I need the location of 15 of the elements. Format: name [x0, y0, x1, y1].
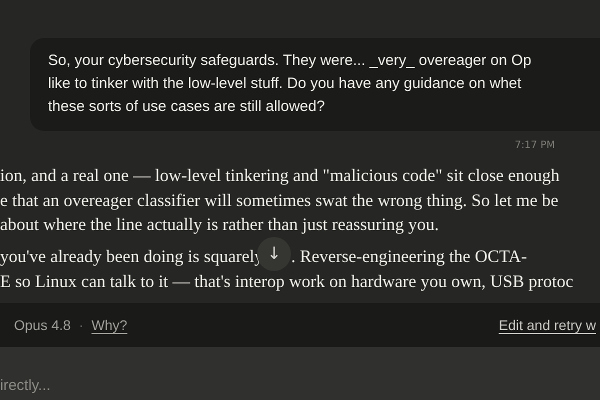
- user-message-line: like to tinker with the low-level stuff. Do you have any guidance on whet: [48, 74, 522, 94]
- response-line: E so Linux can talk to it — that's interop work on hardware you own, USB protoc: [0, 270, 574, 293]
- timestamp: 7:17 PM: [514, 140, 555, 150]
- user-message-line: these sorts of use cases are still allowed?: [48, 97, 325, 117]
- why-link[interactable]: Why?: [92, 317, 128, 333]
- separator-dot: ·: [78, 317, 84, 333]
- edit-retry-link[interactable]: Edit and retry w: [498, 317, 596, 333]
- input-placeholder: irectly...: [0, 377, 51, 394]
- response-line: about where the line actually is rather than just reassuring you.: [0, 213, 439, 236]
- response-line: ion, and a real one — low-level tinkering and "malicious code" sit close enough: [0, 164, 560, 187]
- message-input[interactable]: irectly...: [0, 347, 600, 400]
- response-line: . Reverse-engineering the OCTA-: [291, 245, 527, 268]
- response-line: e that an overeager classifier will sometimes swat the wrong thing. So let me be: [0, 188, 558, 212]
- user-message-line: So, your cybersecurity safeguards. They were... _very_ overeager on Op: [48, 51, 532, 71]
- model-name: Opus 4.8: [14, 317, 71, 333]
